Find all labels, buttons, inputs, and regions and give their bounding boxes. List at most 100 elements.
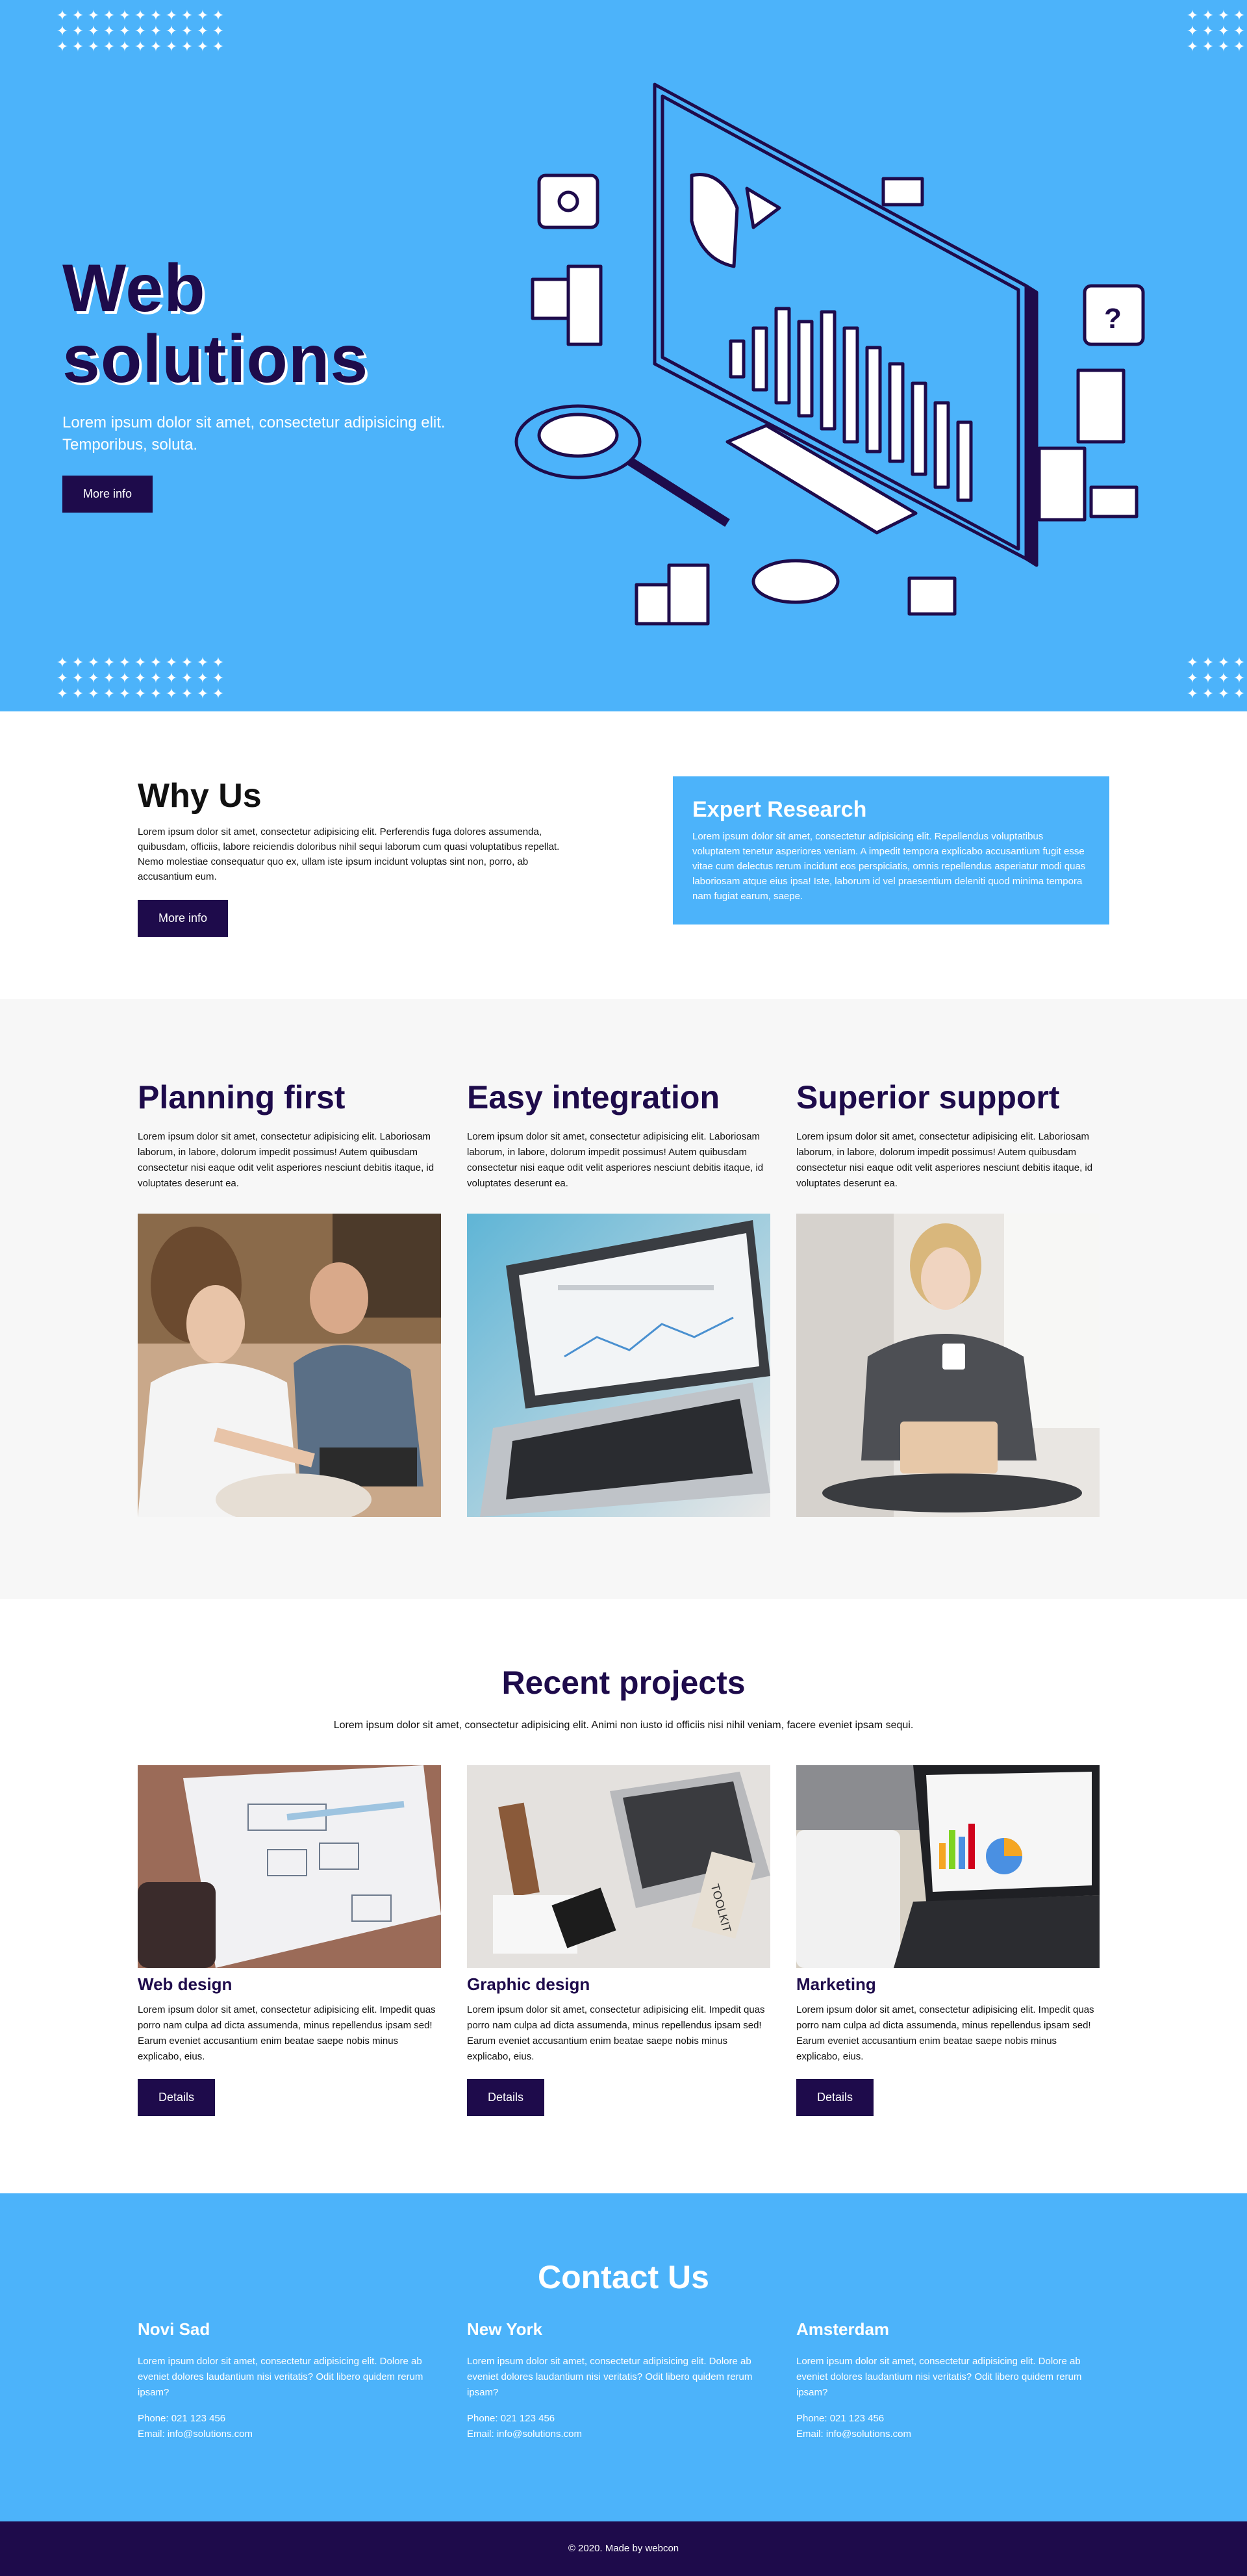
sparkle-icon: ✦ (103, 23, 116, 39)
sparkle-icon: ✦ (165, 38, 178, 55)
footer: © 2020. Made by webcon (0, 2521, 1247, 2576)
office-new-york: New York Lorem ipsum dolor sit amet, con… (467, 2319, 766, 2442)
sparkle-icon: ✦ (71, 654, 84, 670)
marketing-details-button[interactable]: Details (796, 2079, 874, 2116)
feature-text: Lorem ipsum dolor sit amet, consectetur … (138, 1131, 435, 1189)
sparkle-icon: ✦ (56, 685, 69, 702)
office-novi-sad: Novi Sad Lorem ipsum dolor sit amet, con… (138, 2319, 436, 2442)
office-city: Novi Sad (138, 2319, 210, 2339)
sparkle-icon: ✦ (181, 23, 194, 39)
sparkle-icon: ✦ (87, 7, 100, 23)
wireframe-notebook-photo (138, 1765, 441, 1968)
office-city: New York (467, 2319, 543, 2339)
sparkle-icon: ✦ (118, 685, 131, 702)
sparkle-icon: ✦ (134, 23, 147, 39)
sparkle-icon: ✦ (1233, 670, 1246, 686)
woman-with-laptop-photo (796, 1214, 1100, 1517)
sparkle-pattern-top-left: ✦ ✦ ✦ ✦ ✦ ✦ ✦ ✦ ✦ ✦ ✦ ✦ ✦ ✦ ✦ ✦ ✦ ✦ ✦ ✦ ✦ ✦ ✦ ✦ ✦ ✦ ✦ ✦ ✦ ✦ ✦ ✦ ✦ (55, 8, 226, 55)
feature-title: Planning first (138, 1079, 346, 1116)
project-text: Lorem ipsum dolor sit amet, consectetur … (796, 2004, 1094, 2062)
hero-subtitle: Lorem ipsum dolor sit amet, consectetur … (62, 414, 446, 454)
project-marketing: Marketing Lorem ipsum dolor sit amet, co… (796, 1765, 1100, 2116)
sparkle-icon: ✦ (56, 38, 69, 55)
sparkle-icon: ✦ (103, 685, 116, 702)
sparkle-pattern-top-right: ✦ ✦ ✦ ✦ ✦ ✦ ✦ ✦ ✦ ✦ ✦ ✦ (1185, 8, 1247, 55)
sparkle-icon: ✦ (71, 685, 84, 702)
office-phone: Phone: 021 123 456 (467, 2413, 555, 2424)
sparkle-icon: ✦ (181, 38, 194, 55)
sparkle-icon: ✦ (56, 654, 69, 670)
project-title: Marketing (796, 1974, 876, 1994)
sparkle-icon: ✦ (196, 670, 209, 686)
office-phone: Phone: 021 123 456 (138, 2413, 226, 2424)
monitor-analytics-illustration: ? (514, 83, 1145, 626)
project-web-design: Web design Lorem ipsum dolor sit amet, c… (138, 1765, 441, 2116)
feature-easy-integration: Easy integration Lorem ipsum dolor sit a… (467, 1078, 770, 1517)
project-text: Lorem ipsum dolor sit amet, consectetur … (467, 2004, 765, 2062)
sparkle-icon: ✦ (212, 7, 225, 23)
sparkle-icon: ✦ (212, 685, 225, 702)
sparkle-icon: ✦ (1202, 7, 1215, 23)
sparkle-icon: ✦ (212, 38, 225, 55)
feature-text: Lorem ipsum dolor sit amet, consectetur … (796, 1131, 1093, 1189)
sparkle-icon: ✦ (1202, 670, 1215, 686)
sparkle-icon: ✦ (134, 7, 147, 23)
sparkle-icon: ✦ (118, 23, 131, 39)
project-title: Web design (138, 1974, 233, 1994)
hero-more-info-button[interactable]: More info (62, 476, 153, 513)
sparkle-icon: ✦ (181, 670, 194, 686)
why-more-info-button[interactable]: More info (138, 900, 229, 937)
sparkle-icon: ✦ (165, 7, 178, 23)
sparkle-icon: ✦ (1233, 685, 1246, 702)
office-city: Amsterdam (796, 2319, 890, 2339)
hero-section: ✦ ✦ ✦ ✦ ✦ ✦ ✦ ✦ ✦ ✦ ✦ ✦ ✦ ✦ ✦ ✦ ✦ ✦ ✦ ✦ ✦ ✦ ✦ ✦ ✦ ✦ ✦ ✦ ✦ ✦ ✦ ✦ ✦ ✦ ✦ ✦ ✦ ✦ ✦… (0, 0, 1247, 711)
footer-copyright: © 2020. Made by webcon (568, 2543, 679, 2554)
sparkle-icon: ✦ (165, 23, 178, 39)
sparkle-icon: ✦ (118, 670, 131, 686)
expert-research-text: Lorem ipsum dolor sit amet, consectetur … (692, 831, 1086, 902)
sparkle-icon: ✦ (1233, 654, 1246, 670)
why-us-section: Why Us Lorem ipsum dolor sit amet, conse… (0, 711, 1247, 999)
sparkle-icon: ✦ (1186, 38, 1199, 55)
sparkle-icon: ✦ (56, 670, 69, 686)
sparkle-icon: ✦ (1186, 670, 1199, 686)
sparkle-icon: ✦ (134, 38, 147, 55)
sparkle-icon: ✦ (134, 685, 147, 702)
sparkle-icon: ✦ (134, 670, 147, 686)
sparkle-icon: ✦ (1233, 38, 1246, 55)
web-design-details-button[interactable]: Details (138, 2079, 216, 2116)
sparkle-icon: ✦ (87, 38, 100, 55)
recent-projects-section: Recent projects Lorem ipsum dolor sit am… (0, 1599, 1247, 2193)
sparkle-icon: ✦ (165, 654, 178, 670)
sparkle-icon: ✦ (1202, 685, 1215, 702)
office-email: Email: info@solutions.com (467, 2429, 582, 2440)
sparkle-icon: ✦ (87, 685, 100, 702)
graphic-design-details-button[interactable]: Details (467, 2079, 545, 2116)
projects-title: Recent projects (501, 1664, 746, 1701)
sparkle-icon: ✦ (165, 685, 178, 702)
feature-planning-first: Planning first Lorem ipsum dolor sit ame… (138, 1078, 441, 1517)
hero-title: Web solutions (62, 251, 369, 398)
why-us-title: Why Us (138, 777, 262, 815)
sparkle-icon: ✦ (149, 38, 162, 55)
sparkle-icon: ✦ (71, 23, 84, 39)
sparkle-icon: ✦ (212, 670, 225, 686)
sparkle-icon: ✦ (118, 654, 131, 670)
projects-subtitle: Lorem ipsum dolor sit amet, consectetur … (333, 1720, 914, 1731)
expert-research-box: Expert Research Lorem ipsum dolor sit am… (673, 776, 1109, 925)
office-email: Email: info@solutions.com (796, 2429, 911, 2440)
feature-title: Easy integration (467, 1079, 720, 1116)
expert-research-title: Expert Research (692, 797, 867, 822)
why-us-content: Why Us Lorem ipsum dolor sit amet, conse… (138, 776, 579, 937)
sparkle-icon: ✦ (1186, 7, 1199, 23)
sparkle-pattern-bottom-left: ✦ ✦ ✦ ✦ ✦ ✦ ✦ ✦ ✦ ✦ ✦ ✦ ✦ ✦ ✦ ✦ ✦ ✦ ✦ ✦ ✦ ✦ ✦ ✦ ✦ ✦ ✦ ✦ ✦ ✦ ✦ ✦ ✦ (55, 655, 226, 702)
sparkle-icon: ✦ (103, 670, 116, 686)
contact-title: Contact Us (538, 2259, 709, 2295)
sparkle-icon: ✦ (118, 38, 131, 55)
project-text: Lorem ipsum dolor sit amet, consectetur … (138, 2004, 436, 2062)
sparkle-icon: ✦ (212, 23, 225, 39)
sparkle-icon: ✦ (212, 654, 225, 670)
sparkle-icon: ✦ (71, 7, 84, 23)
sparkle-icon: ✦ (196, 685, 209, 702)
sparkle-icon: ✦ (118, 7, 131, 23)
